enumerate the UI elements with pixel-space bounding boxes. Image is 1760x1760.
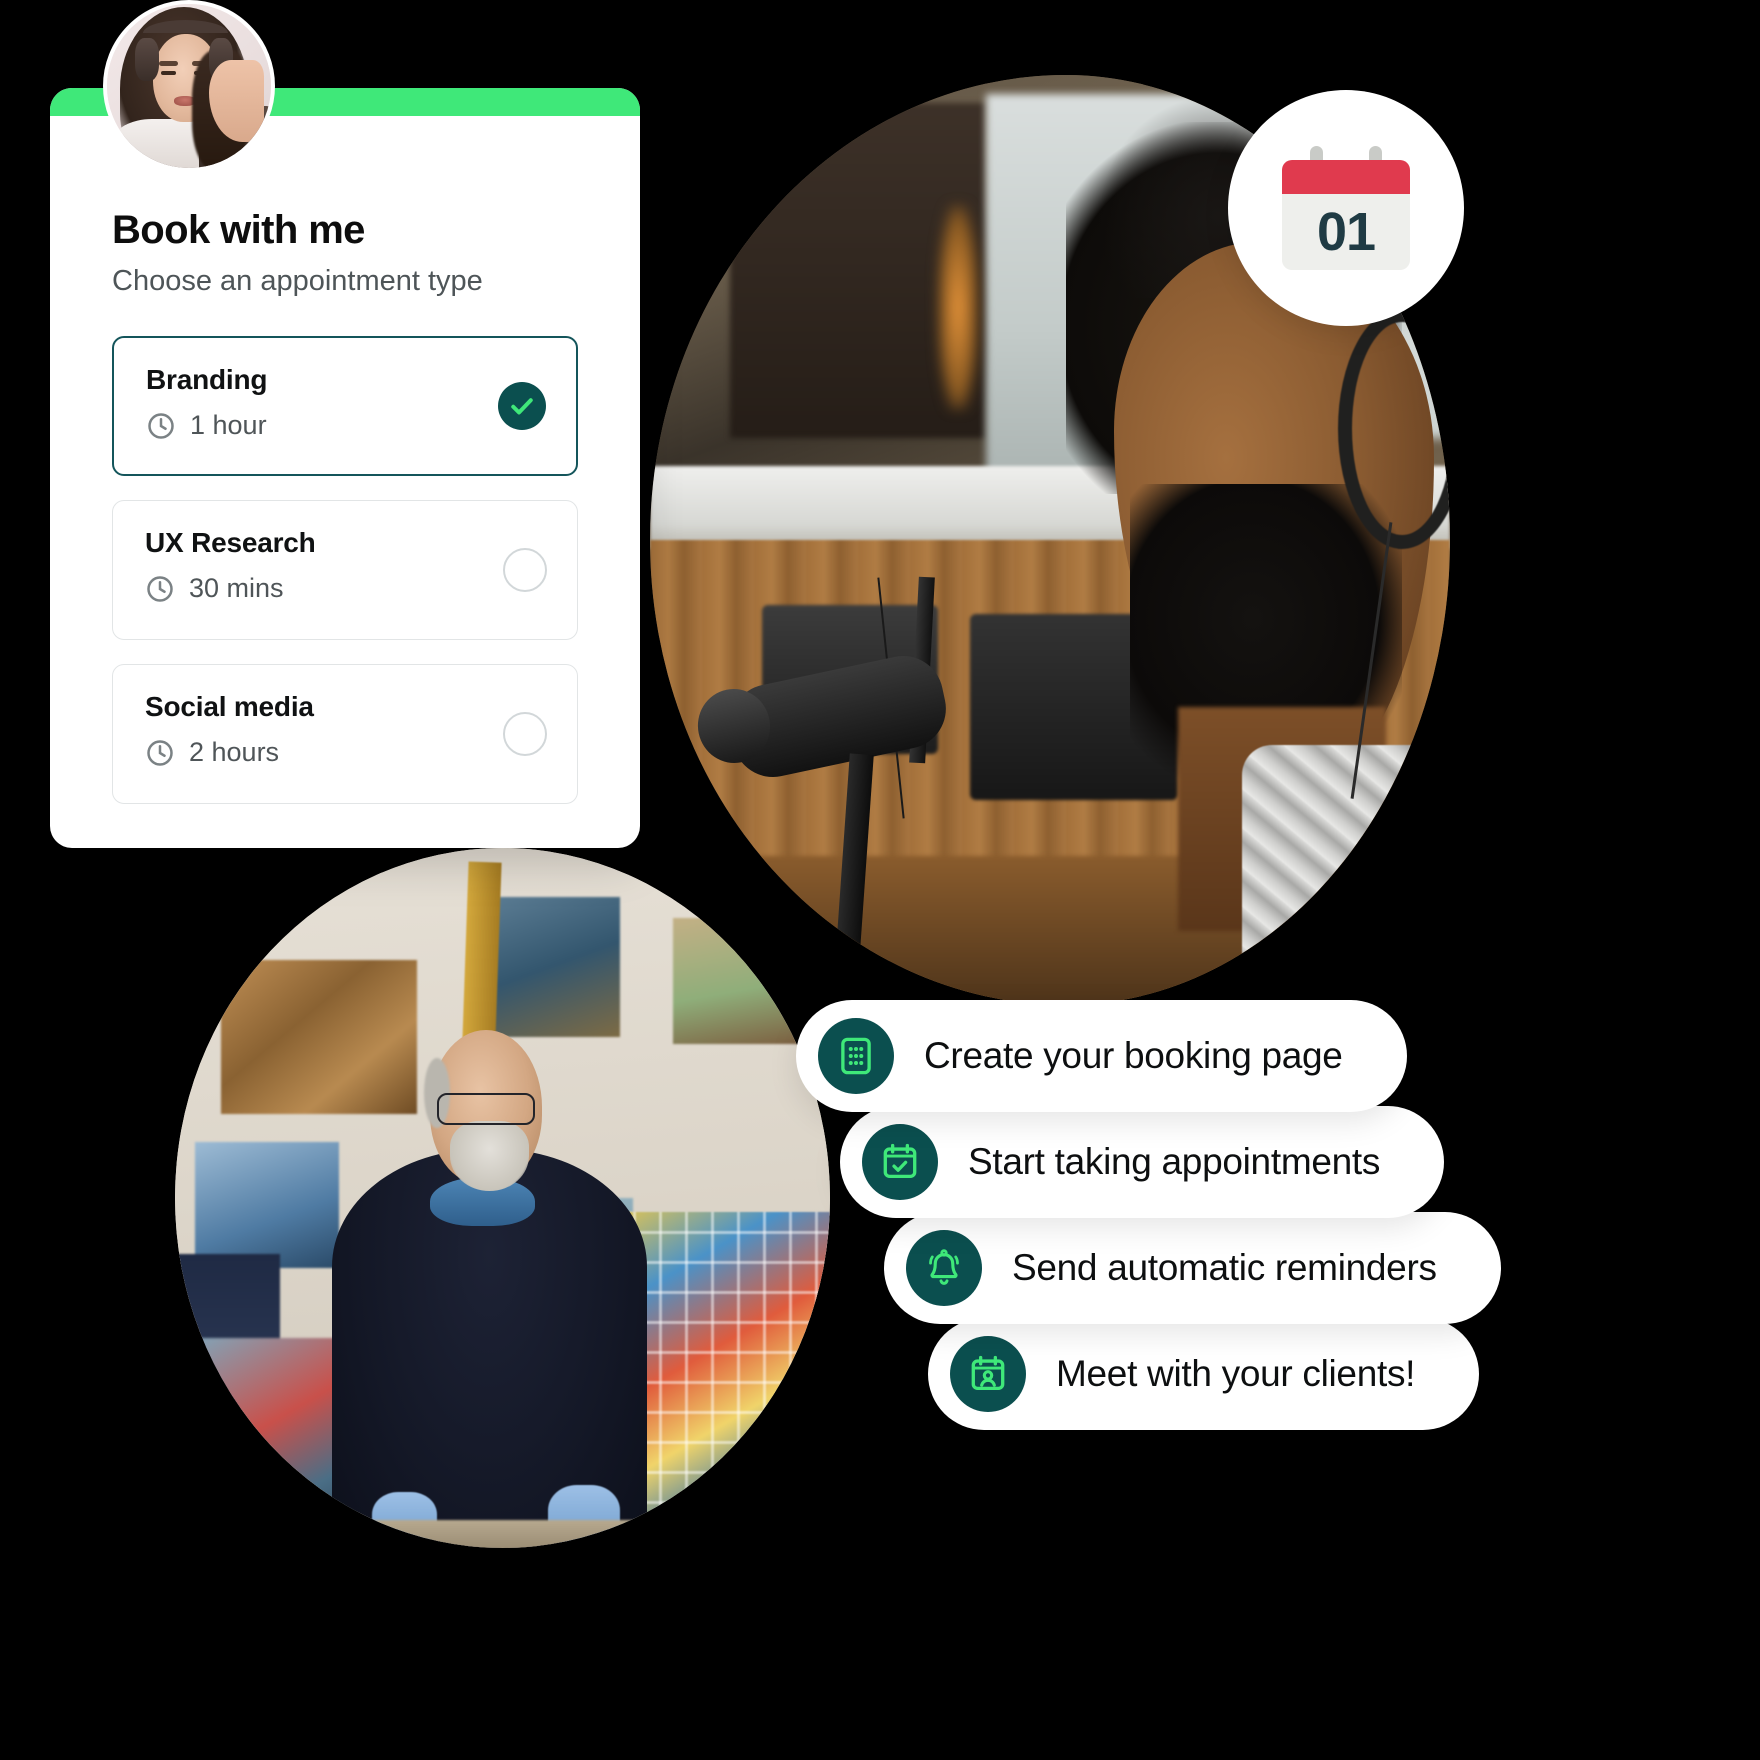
feature-pill-label: Start taking appointments: [968, 1141, 1381, 1182]
appointment-name: Social media: [145, 691, 314, 722]
radio-button[interactable]: [503, 712, 547, 756]
clock-icon: [145, 738, 175, 768]
appointment-option-branding[interactable]: Branding 1 hour: [112, 336, 578, 476]
selected-check-icon[interactable]: [498, 382, 546, 430]
appointment-duration: 2 hours: [189, 737, 280, 767]
appointment-name: UX Research: [145, 527, 316, 558]
appointment-duration: 30 mins: [189, 573, 284, 603]
appointment-meta: 2 hours: [145, 737, 551, 768]
clock-icon: [145, 574, 175, 604]
artist-photo: [175, 848, 830, 1548]
bell-icon: [906, 1230, 982, 1306]
feature-pill-label: Meet with your clients!: [1056, 1353, 1416, 1394]
page-subtitle: Choose an appointment type: [112, 265, 483, 297]
feature-pill-start-taking-appointments[interactable]: Start taking appointments: [840, 1106, 1445, 1218]
calendar-icon: 01: [1282, 146, 1410, 270]
feature-pill-label: Send automatic reminders: [1012, 1247, 1437, 1288]
avatar: [103, 0, 275, 172]
feature-pill-send-automatic-reminders[interactable]: Send automatic reminders: [884, 1212, 1501, 1324]
radio-button[interactable]: [503, 548, 547, 592]
feature-pill-create-booking-page[interactable]: Create your booking page: [796, 1000, 1407, 1112]
appointment-duration: 1 hour: [190, 410, 267, 440]
page-title: Book with me: [112, 208, 365, 252]
hero-composition: Book with me Choose an appointment type …: [0, 0, 1760, 1760]
booking-page-icon: [818, 1018, 894, 1094]
clock-icon: [146, 411, 176, 441]
booking-card: Book with me Choose an appointment type …: [50, 88, 640, 848]
appointment-meta: 30 mins: [145, 573, 551, 604]
calendar-person-icon: [950, 1336, 1026, 1412]
appointment-option-social-media[interactable]: Social media 2 hours: [112, 664, 578, 804]
appointment-name: Branding: [146, 364, 268, 395]
feature-pill-label: Create your booking page: [924, 1035, 1343, 1076]
appointment-option-ux-research[interactable]: UX Research 30 mins: [112, 500, 578, 640]
appointment-meta: 1 hour: [146, 410, 550, 441]
appointment-type-list: Branding 1 hour UX Research 30 mins Soci…: [112, 336, 578, 804]
calendar-check-icon: [862, 1124, 938, 1200]
calendar-day-number: 01: [1316, 202, 1376, 262]
calendar-day-badge: 01: [1228, 90, 1464, 326]
feature-pill-meet-with-your-clients[interactable]: Meet with your clients!: [928, 1318, 1480, 1430]
